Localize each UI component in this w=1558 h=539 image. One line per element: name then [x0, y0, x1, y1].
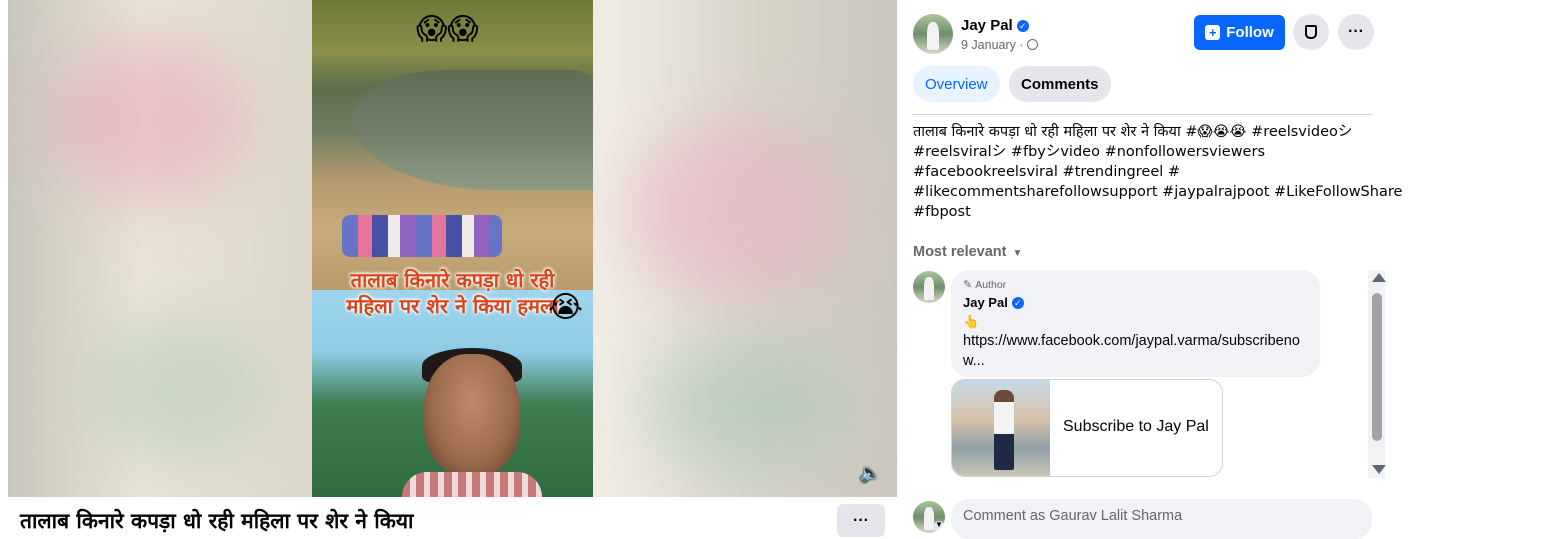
blur-background: [648, 340, 848, 470]
person-shirt: [402, 472, 542, 497]
caret-down-icon: ▼: [1012, 248, 1023, 259]
link-preview-card[interactable]: Subscribe to Jay Pal: [951, 379, 1223, 477]
link-preview-thumbnail: [952, 380, 1050, 476]
divider: [913, 114, 1372, 115]
clothes-pile: [342, 215, 502, 257]
blur-background: [88, 320, 268, 460]
post-date[interactable]: 9 January ·: [961, 38, 1024, 52]
comment-link[interactable]: https://www.facebook.com/jaypal.varma/su…: [963, 331, 1308, 371]
caption-line: #likecommentsharefollowsupport #jaypalra…: [913, 184, 1403, 200]
commenter-name[interactable]: Jay Pal: [963, 295, 1008, 310]
post-caption: तालाब किनारे कपड़ा धो रही महिला पर शेर न…: [913, 122, 1403, 222]
mute-icon[interactable]: 🔈: [859, 463, 881, 485]
link-preview-label: Subscribe to Jay Pal: [1063, 418, 1209, 435]
post-meta: 9 January ·: [961, 38, 1038, 52]
person-face: [424, 354, 520, 474]
author-badge: ✎ Author: [963, 278, 1308, 291]
globe-icon: [1026, 39, 1038, 50]
video-title: तालाब किनारे कपड़ा धो रही महिला पर शेर न…: [20, 509, 414, 533]
verified-icon: ✓: [1016, 20, 1029, 32]
bookmark-icon: [1305, 25, 1317, 39]
caption-line: तालाब किनारे कपड़ा धो रही महिला पर शेर न…: [913, 124, 1353, 140]
crying-emoji-icon: 😭: [548, 291, 584, 324]
comment-sort-dropdown[interactable]: Most relevant ▼: [913, 244, 1022, 260]
caption-line: #facebookreelsviral #trendingreel #: [913, 164, 1181, 180]
author-name[interactable]: Jay Pal: [961, 17, 1013, 34]
chevron-down-icon[interactable]: ▼: [935, 520, 943, 529]
post-panel: Jay Pal ✓ 9 January · + Follow ··· Overvi…: [913, 0, 1403, 539]
comment-bubble: ✎ Author Jay Pal ✓ 👆 https://www.facebook.…: [951, 270, 1320, 377]
follow-button[interactable]: + Follow: [1194, 15, 1285, 50]
tab-comments[interactable]: Comments: [1009, 66, 1111, 102]
post-more-button[interactable]: ···: [1338, 14, 1374, 50]
video-more-button[interactable]: ···: [837, 504, 885, 537]
tab-overview[interactable]: Overview: [913, 66, 1000, 102]
save-button[interactable]: [1293, 14, 1329, 50]
commenter-avatar[interactable]: [913, 271, 945, 303]
scroll-up-icon[interactable]: [1372, 273, 1386, 282]
caption-line: #reelsviralシ #fbyシvideo #nonfollowersvie…: [913, 144, 1265, 160]
follow-label: Follow: [1226, 24, 1274, 41]
more-icon: ···: [1348, 23, 1364, 40]
commenter-name-row: Jay Pal ✓: [963, 295, 1308, 310]
verified-icon: ✓: [1011, 297, 1024, 309]
shocked-emoji-icon: 😱😱: [416, 13, 479, 46]
follow-icon: +: [1205, 25, 1221, 40]
pencil-icon: ✎: [963, 279, 973, 291]
scroll-down-icon[interactable]: [1372, 465, 1386, 474]
author-badge-label: Author: [975, 279, 1007, 291]
sort-label: Most relevant: [913, 244, 1007, 260]
video-frame[interactable]: 😱😱 तालाब किनारे कपड़ा धो रही महिला पर शे…: [312, 0, 593, 497]
blur-background: [628, 120, 848, 300]
pointing-up-icon: 👆: [963, 314, 980, 329]
caption-line: #fbpost: [913, 204, 971, 220]
scrollbar-thumb[interactable]: [1372, 293, 1382, 441]
video-clip-pond-scene: 😱😱: [312, 0, 593, 290]
video-overlay-caption-line1: तालाब किनारे कपड़ा धो रही: [350, 268, 555, 292]
pond-water: [352, 70, 593, 190]
video-player[interactable]: 😱😱 तालाब किनारे कपड़ा धो रही महिला पर शे…: [8, 0, 897, 497]
blur-background: [48, 40, 248, 200]
comments-scrollbar[interactable]: [1368, 270, 1386, 478]
comment-input[interactable]: [951, 499, 1372, 539]
author-name-row: Jay Pal ✓: [961, 17, 1029, 34]
author-avatar[interactable]: [913, 14, 953, 54]
